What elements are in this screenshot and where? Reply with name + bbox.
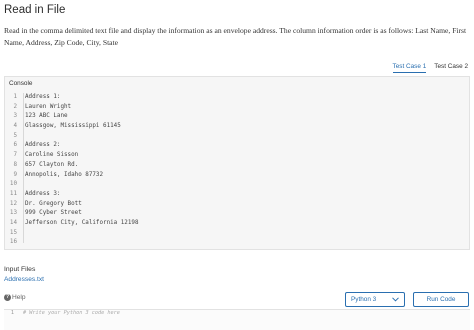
console-line: 12 Dr. Gregory Bott [5,200,469,210]
help-circle-icon: ? [4,294,11,301]
line-text: Address 1: [25,94,61,100]
chevron-down-icon [392,297,399,302]
line-text: Glassgow, Mississippi 61145 [25,123,121,130]
line-number: 8 [13,161,17,168]
problem-description: Read in the comma delimited text file an… [4,26,467,47]
line-number: 16 [9,239,17,246]
test-case-tabs: Test Case 1 Test Case 2 [392,63,468,73]
console-panel: Console 1 Address 1: 2 Lauren Wright 3 123 AB… [4,76,470,250]
console-line: 7 Caroline Sisson [5,151,469,161]
line-text: Lauren Wright [25,103,72,110]
line-text: 999 Cyber Street [25,210,82,217]
console-line: 15 [5,229,469,239]
line-number: 4 [13,123,17,130]
line-number: 14 [9,219,17,226]
line-text: Address 3: [25,190,61,197]
line-number: 1 [13,94,17,100]
page-title: Read in File [4,4,66,16]
line-text: 657 Clayton Rd. [25,161,79,168]
help-link[interactable]: ? Help [4,294,26,301]
console-line: 4 Glassgow, Mississippi 61145 [5,122,469,132]
line-text [21,238,25,248]
line-text: Address 2: [25,142,61,149]
line-text: Jefferson City, California 12198 [25,219,139,226]
line-number: 3 [13,113,17,120]
line-number: 2 [13,103,17,110]
line-number: 13 [9,210,17,217]
console-line: 8 657 Clayton Rd. [5,161,469,171]
line-text [21,132,25,142]
line-text: Annopolis, Idaho 87732 [25,171,104,178]
input-file-link[interactable]: Addresses.txt [4,276,44,283]
line-number: 9 [13,171,17,178]
console-line: 3 123 ABC Lane [5,112,469,122]
editor-placeholder: # Write your Python 3 code here [23,310,120,316]
console-output: 1 Address 1: 2 Lauren Wright 3 123 ABC Lane 4 G… [5,93,469,249]
line-number: 10 [9,181,17,188]
line-text: 123 ABC Lane [25,113,68,120]
line-number: 5 [13,132,17,139]
line-number: 15 [9,229,17,236]
code-editor[interactable]: 1 # Write your Python 3 code here [4,309,470,330]
console-line: 6 Address 2: [5,141,469,151]
help-label: Help [12,294,26,301]
console-label: Console [9,80,33,87]
run-code-button[interactable]: Run Code [413,292,469,307]
console-line: 1 Address 1: [5,93,469,103]
console-line: 10 [5,180,469,190]
console-line: 13 999 Cyber Street [5,209,469,219]
console-line: 11 Address 3: [5,190,469,200]
console-line: 9 Annopolis, Idaho 87732 [5,171,469,181]
line-number: 12 [9,200,17,207]
line-text [21,229,25,239]
line-text: Dr. Gregory Bott [25,200,82,207]
line-number: 11 [9,190,17,197]
tab-test-case-2[interactable]: Test Case 2 [434,63,468,73]
editor-line: 1 # Write your Python 3 code here [4,310,470,317]
language-select[interactable]: Python 3 [345,292,405,307]
line-text: Caroline Sisson [25,152,79,159]
editor-line-number: 1 [10,310,14,316]
console-line: 5 [5,132,469,142]
line-number: 6 [13,142,17,149]
console-line: 16 [5,238,469,248]
line-number: 7 [13,152,17,159]
line-text [21,180,25,190]
tab-test-case-1[interactable]: Test Case 1 [392,63,427,73]
input-files-label: Input Files [4,266,36,273]
console-line: 14 Jefferson City, California 12198 [5,219,469,229]
language-value: Python 3 [351,296,377,303]
console-line: 2 Lauren Wright [5,103,469,113]
